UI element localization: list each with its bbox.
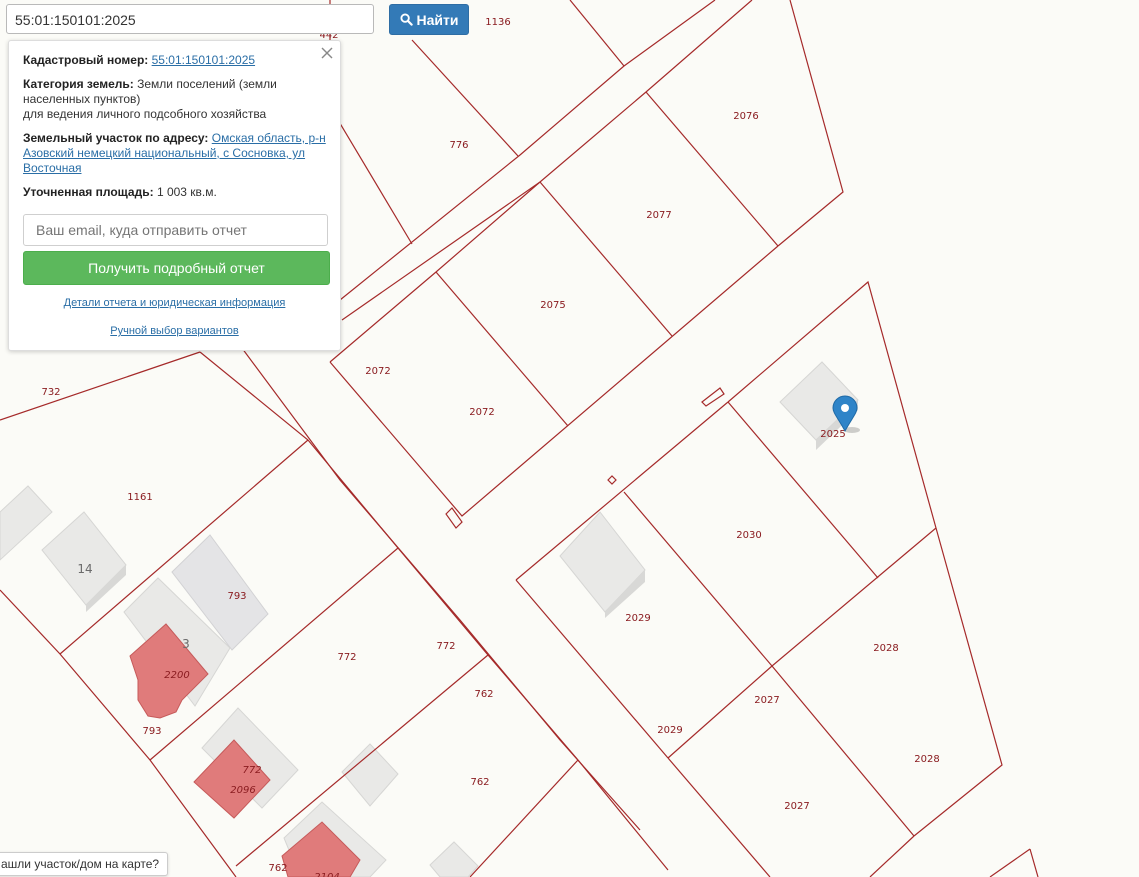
plot-label: 2076 bbox=[733, 111, 758, 122]
plot-label: 762 bbox=[470, 777, 489, 788]
plot-label: 772 bbox=[337, 652, 356, 663]
search-button-label: Найти bbox=[416, 11, 459, 28]
close-icon[interactable] bbox=[320, 46, 334, 60]
parcel-info-panel: Кадастровый номер: 55:01:150101:2025 Кат… bbox=[8, 40, 341, 351]
area-value: 1 003 кв.м. bbox=[156, 185, 217, 199]
address-row: Земельный участок по адресу: Омская обла… bbox=[23, 131, 326, 176]
plot-label: 2072 bbox=[469, 407, 494, 418]
plot-label: 2075 bbox=[540, 300, 565, 311]
plot-label: 2027 bbox=[754, 695, 779, 706]
details-link-row: Детали отчета и юридическая информация bbox=[23, 297, 326, 309]
plot-label: 2028 bbox=[914, 754, 939, 765]
plot-label: 762 bbox=[474, 689, 493, 700]
find-on-map-tip[interactable]: ашли участок/дом на карте? bbox=[0, 852, 169, 876]
report-details-link[interactable]: Детали отчета и юридическая информация bbox=[64, 297, 286, 309]
area-row: Уточненная площадь: 1 003 кв.м. bbox=[23, 185, 326, 200]
plot-label: 772 bbox=[242, 765, 261, 776]
plot-label: 2028 bbox=[873, 643, 898, 654]
plot-label: 2027 bbox=[784, 801, 809, 812]
plot-label: 732 bbox=[41, 387, 60, 398]
category-label: Категория земель: bbox=[23, 77, 134, 91]
plot-label: 793 bbox=[227, 591, 246, 602]
manual-link-row: Ручной выбор вариантов bbox=[23, 325, 326, 337]
plot-label: 2096 bbox=[230, 785, 255, 796]
cadastral-label: Кадастровый номер: bbox=[23, 53, 149, 67]
address-label: Земельный участок по адресу: bbox=[23, 131, 209, 145]
plot-label: 1161 bbox=[127, 492, 152, 503]
category-value-extra: для ведения личного подсобного хозяйства bbox=[23, 107, 267, 121]
plot-label: 793 bbox=[142, 726, 161, 737]
plot-label: 772 bbox=[436, 641, 455, 652]
building-number: 14 bbox=[77, 562, 92, 576]
plot-label: 2029 bbox=[625, 613, 650, 624]
area-label: Уточненная площадь: bbox=[23, 185, 154, 199]
plot-label: 1136 bbox=[485, 17, 510, 28]
plot-label: 776 bbox=[449, 140, 468, 151]
plot-label: 2200 bbox=[164, 670, 189, 681]
search-icon bbox=[399, 13, 413, 26]
get-report-button[interactable]: Получить подробный отчет bbox=[23, 251, 330, 285]
email-field[interactable] bbox=[23, 214, 328, 246]
cadastral-number-link[interactable]: 55:01:150101:2025 bbox=[152, 53, 255, 67]
plot-label: 2029 bbox=[657, 725, 682, 736]
plot-label: 2077 bbox=[646, 210, 671, 221]
plot-label: 2025 bbox=[820, 429, 845, 440]
building-number: 3 bbox=[182, 637, 190, 651]
plot-label: 762 bbox=[268, 863, 287, 874]
search-input[interactable]: 55:01:150101:2025 bbox=[6, 4, 374, 34]
search-button[interactable]: Найти bbox=[389, 4, 469, 35]
manual-selection-link[interactable]: Ручной выбор вариантов bbox=[110, 325, 238, 337]
plot-label: 2072 bbox=[365, 366, 390, 377]
cadastral-row: Кадастровый номер: 55:01:150101:2025 bbox=[23, 53, 326, 68]
category-row: Категория земель: Земли поселений (земли… bbox=[23, 77, 326, 122]
plot-label: 2104 bbox=[314, 872, 339, 877]
plot-label: 2030 bbox=[736, 530, 761, 541]
